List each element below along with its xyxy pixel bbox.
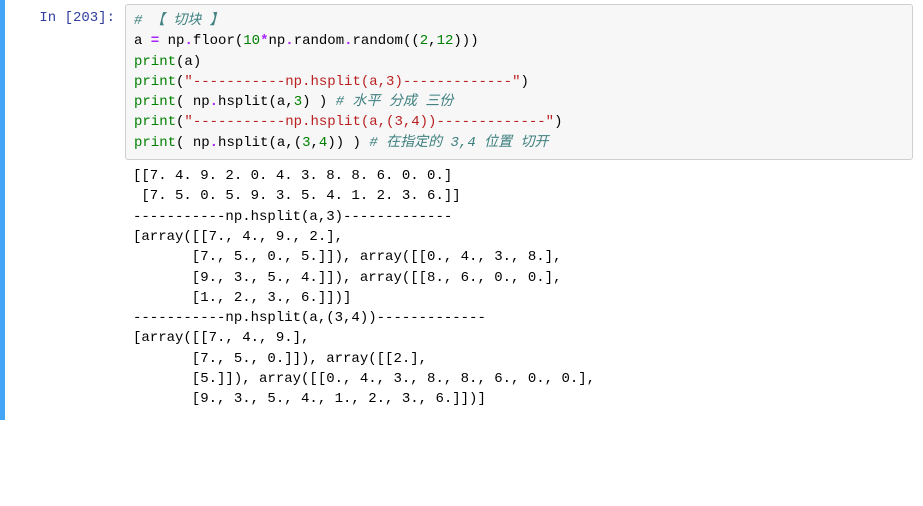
token-paren: ))): [453, 33, 478, 49]
prompt-label: In [203]:: [39, 10, 115, 26]
output-line: [9., 3., 5., 4., 1., 2., 3., 6.]])]: [133, 391, 486, 407]
token-num: 3: [294, 94, 302, 110]
output-line: [7., 5., 0., 5.]]), array([[0., 4., 3., …: [133, 249, 561, 265]
token-comma: ,: [311, 135, 319, 151]
token-paren: ): [193, 54, 201, 70]
token-string: "-----------np.hsplit(a,3)-------------": [184, 74, 520, 90]
token-dot: .: [210, 135, 218, 151]
code-input[interactable]: # 【 切块 】 a = np.floor(10*np.random.rando…: [125, 4, 913, 160]
token-fn: hsplit: [218, 94, 268, 110]
token-comma: ,: [428, 33, 436, 49]
token-paren: (: [268, 135, 276, 151]
token-paren: ): [353, 135, 370, 151]
token-dot: .: [285, 33, 293, 49]
token-paren: (: [176, 135, 193, 151]
token-paren: ): [520, 74, 528, 90]
token-paren: (: [176, 94, 193, 110]
token-np: np: [193, 135, 210, 151]
output-line: -----------np.hsplit(a,3)-------------: [133, 209, 452, 225]
token-np: np: [268, 33, 285, 49]
input-prompt: In [203]:: [5, 4, 125, 416]
token-num: 3: [302, 135, 310, 151]
token-np: np: [168, 33, 185, 49]
token-random: random: [294, 33, 344, 49]
token-num: 10: [243, 33, 260, 49]
output-line: [array([[7., 4., 9.],: [133, 330, 309, 346]
code-comment: # 水平 分成 三份: [336, 94, 454, 110]
token-paren: ): [302, 94, 319, 110]
output-line: [[7. 4. 9. 2. 0. 4. 3. 8. 8. 6. 0. 0.]: [133, 168, 452, 184]
token-dot: .: [184, 33, 192, 49]
token-arg: a: [184, 54, 192, 70]
token-paren: (: [268, 94, 276, 110]
token-comma: ,: [285, 135, 293, 151]
token-num: 12: [437, 33, 454, 49]
token-print: print: [134, 94, 176, 110]
token-paren: ): [336, 135, 353, 151]
token-floor: floor: [193, 33, 235, 49]
token-paren: ): [554, 114, 562, 130]
output-line: [1., 2., 3., 6.]])]: [133, 290, 351, 306]
token-comma: ,: [285, 94, 293, 110]
token-print: print: [134, 74, 176, 90]
token-print: print: [134, 135, 176, 151]
output-line: [9., 3., 5., 4.]]), array([[8., 6., 0., …: [133, 270, 561, 286]
output-line: [array([[7., 4., 9., 2.],: [133, 229, 343, 245]
token-random-fn: random: [353, 33, 403, 49]
token-paren: ): [327, 135, 335, 151]
token-dot: .: [344, 33, 352, 49]
token-paren: (: [235, 33, 243, 49]
token-assign: =: [142, 33, 167, 49]
code-comment: # 【 切块 】: [134, 13, 224, 29]
output-line: -----------np.hsplit(a,(3,4))-----------…: [133, 310, 486, 326]
token-paren: (: [294, 135, 302, 151]
token-dot: .: [210, 94, 218, 110]
token-num: 2: [420, 33, 428, 49]
token-print: print: [134, 54, 176, 70]
token-np: np: [193, 94, 210, 110]
output-text: [[7. 4. 9. 2. 0. 4. 3. 8. 8. 6. 0. 0.] […: [125, 160, 913, 416]
output-line: [5.]]), array([[0., 4., 3., 8., 8., 6., …: [133, 371, 595, 387]
token-paren: ): [319, 94, 336, 110]
output-line: [7., 5., 0.]]), array([[2.],: [133, 351, 427, 367]
token-fn: hsplit: [218, 135, 268, 151]
cell-content: # 【 切块 】 a = np.floor(10*np.random.rando…: [125, 4, 923, 416]
code-comment: # 在指定的 3,4 位置 切开: [369, 135, 548, 151]
notebook-cell: In [203]: # 【 切块 】 a = np.floor(10*np.ra…: [0, 0, 923, 420]
token-print: print: [134, 114, 176, 130]
output-line: [7. 5. 0. 5. 9. 3. 5. 4. 1. 2. 3. 6.]]: [133, 188, 461, 204]
token-string: "-----------np.hsplit(a,(3,4))----------…: [184, 114, 554, 130]
token-paren: ((: [403, 33, 420, 49]
